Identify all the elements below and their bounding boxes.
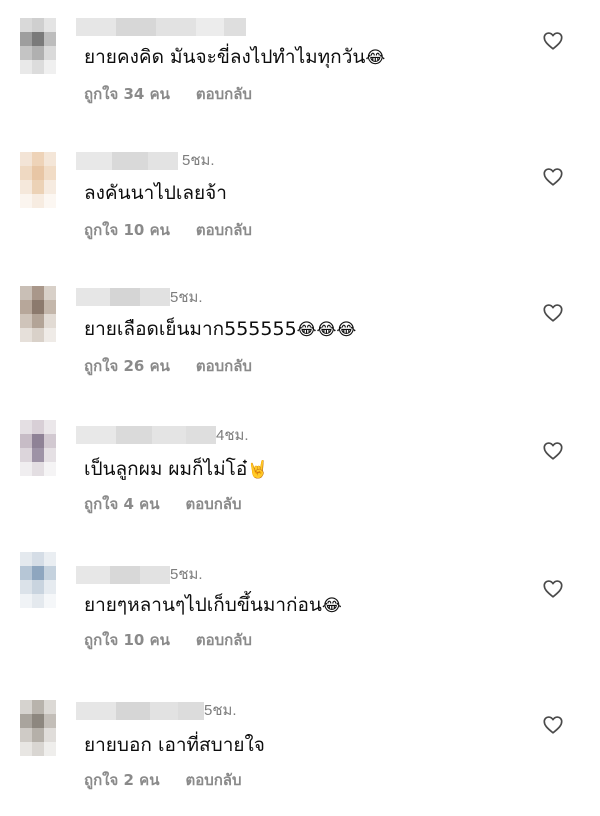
- emoji: 😂: [365, 48, 386, 68]
- username-blurred[interactable]: [76, 426, 216, 444]
- comment-item: 4ชม. เป็นลูกผม ผมก็ไม่โอ๋🤘 ถูกใจ 4 คน ตอบ…: [0, 408, 600, 544]
- comment-text: ยายบอก เอาที่สบายใจ: [84, 734, 265, 756]
- comment-meta: ถูกใจ 2 คน ตอบกลับ: [84, 770, 242, 790]
- comment-text: ยายเลือดเย็นมาก555555😂😂😂: [84, 318, 357, 340]
- avatar[interactable]: [20, 552, 56, 608]
- emoji: 😂😂😂: [296, 320, 357, 340]
- timestamp: 5ชม.: [170, 289, 203, 306]
- like-count[interactable]: ถูกใจ 2 คน: [84, 771, 159, 789]
- comment-text: ลงคันนาไปเลยจ้า: [84, 182, 227, 204]
- like-count[interactable]: ถูกใจ 26 คน: [84, 357, 170, 375]
- reply-button[interactable]: ตอบกลับ: [196, 221, 252, 239]
- comment-meta: ถูกใจ 34 คน ตอบกลับ: [84, 84, 252, 104]
- heart-icon[interactable]: [542, 302, 564, 324]
- comment-item: 5ชม. ยายเลือดเย็นมาก555555😂😂😂 ถูกใจ 26 ค…: [0, 272, 600, 408]
- comment-meta: ถูกใจ 4 คน ตอบกลับ: [84, 494, 242, 514]
- timestamp: 5ชม.: [170, 566, 203, 583]
- username-blurred[interactable]: [76, 702, 204, 720]
- reply-button[interactable]: ตอบกลับ: [185, 771, 241, 789]
- like-count[interactable]: ถูกใจ 10 คน: [84, 221, 170, 239]
- comment-meta: ถูกใจ 10 คน ตอบกลับ: [84, 630, 252, 650]
- avatar[interactable]: [20, 700, 56, 756]
- reply-button[interactable]: ตอบกลับ: [196, 85, 252, 103]
- like-count[interactable]: ถูกใจ 4 คน: [84, 495, 159, 513]
- comment-text: ยายคงคิด มันจะขี่ลงไปทำไมทุกวัน😂: [84, 46, 386, 68]
- emoji: 🤘: [247, 460, 269, 480]
- comment-item: 5ชม. ยายบอก เอาที่สบายใจ ถูกใจ 2 คน ตอบกล…: [0, 680, 600, 816]
- avatar[interactable]: [20, 152, 56, 208]
- like-count[interactable]: ถูกใจ 34 คน: [84, 85, 170, 103]
- timestamp: 5ชม.: [204, 702, 237, 719]
- reply-button[interactable]: ตอบกลับ: [196, 631, 252, 649]
- username-blurred[interactable]: [76, 152, 178, 170]
- emoji: 😂: [321, 596, 342, 616]
- username-blurred[interactable]: [76, 288, 170, 306]
- avatar[interactable]: [20, 18, 56, 74]
- comment-meta: ถูกใจ 10 คน ตอบกลับ: [84, 220, 252, 240]
- heart-icon[interactable]: [542, 30, 564, 52]
- reply-button[interactable]: ตอบกลับ: [185, 495, 241, 513]
- comment-item: ยายคงคิด มันจะขี่ลงไปทำไมทุกวัน😂 ถูกใจ 3…: [0, 0, 600, 136]
- heart-icon[interactable]: [542, 166, 564, 188]
- comment-item: 5ชม. ยายๆหลานๆไปเก็บขึ้นมาก่อน😂 ถูกใจ 10…: [0, 544, 600, 680]
- username-blurred[interactable]: [76, 18, 246, 36]
- comment-meta: ถูกใจ 26 คน ตอบกลับ: [84, 356, 252, 376]
- avatar[interactable]: [20, 286, 56, 342]
- timestamp: 4ชม.: [216, 427, 249, 444]
- timestamp: 5ชม.: [182, 152, 215, 169]
- heart-icon[interactable]: [542, 578, 564, 600]
- comment-text: เป็นลูกผม ผมก็ไม่โอ๋🤘: [84, 458, 269, 480]
- avatar[interactable]: [20, 420, 56, 476]
- heart-icon[interactable]: [542, 440, 564, 462]
- comment-text: ยายๆหลานๆไปเก็บขึ้นมาก่อน😂: [84, 594, 342, 616]
- like-count[interactable]: ถูกใจ 10 คน: [84, 631, 170, 649]
- username-blurred[interactable]: [76, 566, 170, 584]
- reply-button[interactable]: ตอบกลับ: [196, 357, 252, 375]
- heart-icon[interactable]: [542, 714, 564, 736]
- comment-item: 5ชม. ลงคันนาไปเลยจ้า ถูกใจ 10 คน ตอบกลับ: [0, 136, 600, 272]
